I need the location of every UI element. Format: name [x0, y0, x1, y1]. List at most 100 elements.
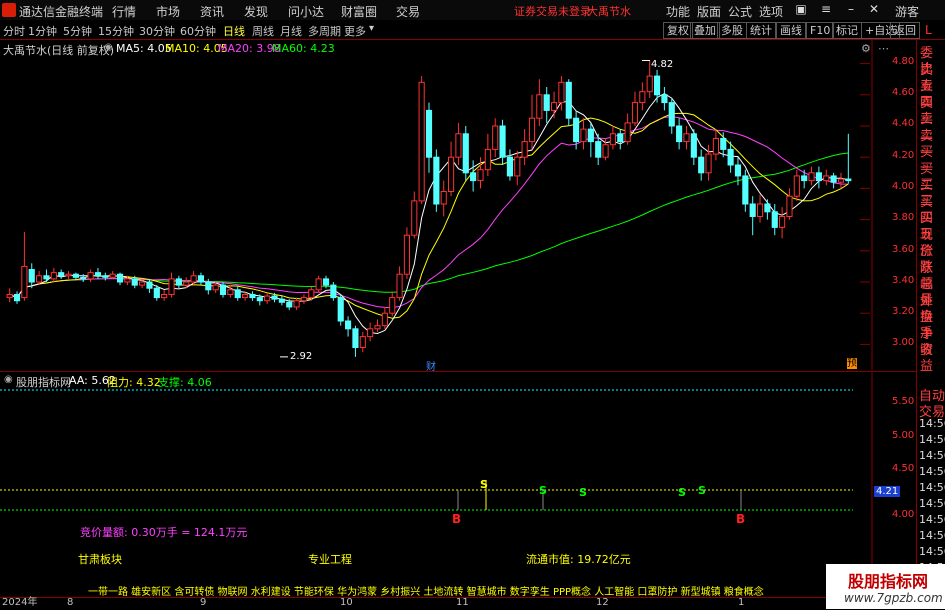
menu-zixun[interactable]: 资讯: [200, 3, 224, 20]
draw-line-button[interactable]: 画线: [776, 22, 806, 39]
tab-fenshi[interactable]: 分时: [3, 23, 25, 39]
trade-time: 14:56: [919, 481, 945, 494]
menu-jiaoyi[interactable]: 交易: [396, 3, 420, 20]
tab-monthly[interactable]: 月线: [280, 23, 302, 39]
tab-15min[interactable]: 15分钟: [98, 23, 134, 39]
candle-body: [705, 153, 712, 174]
tab-more[interactable]: 更多: [344, 23, 366, 39]
candle-body: [146, 281, 153, 289]
current-level-badge: 4.21: [874, 486, 901, 497]
quote-field-label: 收益: [920, 343, 934, 374]
industry-sector[interactable]: 专业工程: [308, 551, 352, 567]
tab-1min[interactable]: 1分钟: [28, 23, 57, 39]
candle-body: [359, 336, 366, 349]
candle-body: [470, 172, 477, 182]
mark-button[interactable]: 标记: [832, 22, 862, 39]
candle-body: [168, 278, 175, 295]
tab-60min[interactable]: 60分钟: [180, 23, 216, 39]
tab-daily[interactable]: 日线: [223, 23, 245, 39]
date-tick: 11: [456, 597, 469, 608]
trade-time: 14:56: [919, 529, 945, 542]
date-tick: 1: [738, 597, 745, 608]
candle-body: [646, 75, 653, 93]
menu-faxian[interactable]: 发现: [244, 3, 268, 20]
menu-gongneng[interactable]: 功能: [666, 3, 690, 20]
candle-body: [631, 102, 639, 124]
candle-body: [109, 273, 116, 278]
candle-body: [190, 275, 197, 283]
f10-button[interactable]: F10: [806, 22, 835, 39]
overlay-button[interactable]: 叠加: [690, 22, 720, 39]
candle-body: [845, 178, 852, 182]
candle-body: [793, 175, 800, 197]
minimize-icon[interactable]: –: [843, 2, 859, 17]
candle-body: [308, 289, 315, 299]
menu-wenxiaoda[interactable]: 问小达: [288, 3, 324, 20]
watermark-title: 股朋指标网: [848, 572, 929, 591]
candle-body: [286, 301, 293, 308]
app-logo-icon: [2, 3, 16, 17]
candle-body: [102, 275, 109, 278]
candle-body: [205, 281, 212, 291]
candle-body: [36, 275, 43, 283]
tab-30min[interactable]: 30分钟: [139, 23, 175, 39]
candle-body: [639, 91, 646, 104]
date-tick: 8: [67, 597, 74, 608]
y-tick: 4.40: [892, 118, 915, 129]
more-chevron-icon[interactable]: ▾: [369, 23, 374, 34]
menu-shichang[interactable]: 市场: [156, 3, 180, 20]
candle-body: [447, 156, 455, 193]
candle-body: [550, 102, 558, 111]
menu-gongshi[interactable]: 公式: [728, 3, 752, 20]
y-tick: 3.20: [892, 306, 915, 317]
settings-icon[interactable]: ≡: [818, 2, 834, 17]
tab-5min[interactable]: 5分钟: [63, 23, 92, 39]
trade-time: 14:56: [919, 545, 945, 558]
date-tick: 9: [200, 597, 207, 608]
menu-caifuquan[interactable]: 财富圈: [341, 3, 377, 20]
menu-xuanxiang[interactable]: 选项: [759, 3, 783, 20]
ma60-line: [9, 152, 849, 299]
candle-body: [742, 175, 749, 205]
menu-banmian[interactable]: 版面: [697, 3, 721, 20]
candle-body: [499, 125, 506, 158]
y-tick: 4.00: [892, 181, 915, 192]
multi-stock-button[interactable]: 多股: [717, 22, 747, 39]
sub-y-tick: 5.50: [892, 396, 915, 407]
app-title: 通达信金融终端: [19, 5, 104, 19]
indicator-chart[interactable]: [0, 372, 916, 597]
tab-multi-period[interactable]: 多周期: [308, 23, 341, 39]
candle-body: [80, 276, 87, 280]
candle-body: [352, 328, 359, 349]
skin-icon[interactable]: ▣: [793, 2, 809, 17]
panel-toggle-label[interactable]: L: [925, 23, 932, 37]
statistics-button[interactable]: 统计: [746, 22, 776, 39]
trade-time: 14:56: [919, 449, 945, 462]
close-icon[interactable]: ✕: [866, 2, 882, 17]
candle-body: [808, 172, 815, 182]
candle-body: [455, 133, 462, 158]
y-tick: 4.20: [892, 150, 915, 161]
region-sector[interactable]: 甘肃板块: [78, 551, 122, 567]
kline-chart[interactable]: [0, 40, 916, 370]
login-warning[interactable]: 证券交易未登录: [514, 3, 591, 19]
watermark-url: www.7gpzb.com: [844, 591, 943, 605]
fuquan-button[interactable]: 复权: [663, 22, 693, 39]
candle-body: [521, 141, 528, 158]
candle-body: [6, 293, 13, 299]
candle-body: [139, 281, 146, 286]
y-tick: 4.60: [892, 87, 915, 98]
guest-label[interactable]: 游客: [895, 3, 919, 20]
candle-body: [249, 293, 256, 299]
concept-tags[interactable]: 一带一路 雄安新区 含可转债 物联网 水利建设 节能环保 华为鸿蒙 乡村振兴 土…: [88, 583, 764, 598]
back-button[interactable]: 返回: [890, 22, 920, 39]
buy-signal: B: [736, 512, 746, 526]
candle-body: [771, 211, 778, 228]
candle-body: [293, 300, 300, 308]
candle-body: [720, 137, 727, 150]
forecast-marker[interactable]: 预: [847, 358, 857, 369]
menu-hangqing[interactable]: 行情: [112, 3, 136, 20]
candle-body: [124, 278, 131, 283]
tab-weekly[interactable]: 周线: [252, 23, 274, 39]
candle-body: [330, 284, 337, 299]
